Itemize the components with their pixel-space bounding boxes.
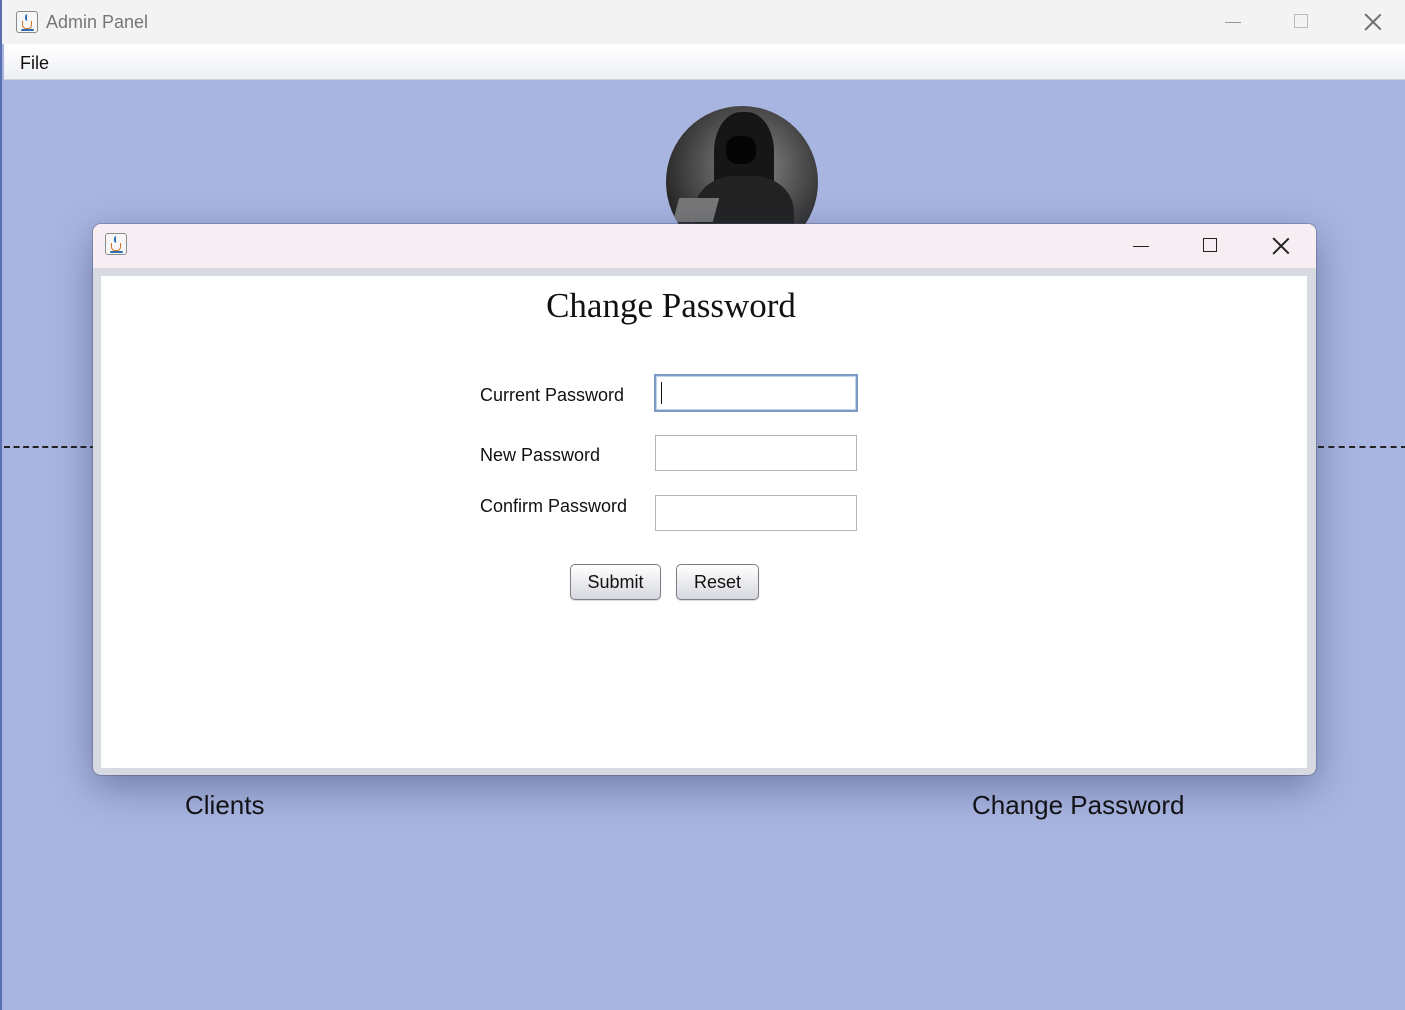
change-password-label[interactable]: Change Password (972, 790, 1184, 821)
dialog-content: Change Password Current Password New Pas… (101, 276, 1307, 768)
reset-button[interactable]: Reset (676, 564, 759, 600)
confirm-password-label: Confirm Password (480, 496, 628, 516)
clients-label[interactable]: Clients (185, 790, 264, 821)
dialog-minimize-button[interactable] (1109, 224, 1175, 268)
java-app-icon (105, 233, 127, 255)
close-button[interactable] (1340, 0, 1405, 44)
dialog-titlebar[interactable] (93, 224, 1316, 268)
window-title: Admin Panel (46, 12, 149, 32)
current-password-input[interactable] (654, 374, 858, 412)
main-titlebar[interactable]: Admin Panel (2, 0, 1405, 44)
minimize-icon (1225, 22, 1241, 23)
submit-button[interactable]: Submit (570, 564, 661, 600)
java-app-icon (16, 11, 38, 33)
change-password-dialog: Change Password Current Password New Pas… (93, 224, 1316, 775)
maximize-icon (1294, 14, 1308, 28)
dashed-divider-right (1318, 446, 1405, 448)
text-caret (661, 382, 662, 404)
dialog-close-button[interactable] (1248, 224, 1314, 268)
minimize-icon (1133, 246, 1149, 247)
maximize-button[interactable] (1269, 0, 1335, 44)
menu-bar: File (4, 44, 1405, 80)
new-password-input[interactable] (655, 435, 857, 471)
dashed-divider-left (4, 446, 96, 448)
close-icon (1272, 237, 1290, 255)
current-password-label: Current Password (480, 385, 625, 405)
new-password-label: New Password (480, 445, 601, 465)
close-icon (1364, 13, 1382, 31)
minimize-button[interactable] (1201, 0, 1267, 44)
dialog-heading: Change Password (546, 286, 796, 325)
dialog-maximize-button[interactable] (1178, 224, 1244, 268)
menu-file[interactable]: File (20, 53, 49, 74)
confirm-password-input[interactable] (655, 495, 857, 531)
maximize-icon (1203, 238, 1217, 252)
